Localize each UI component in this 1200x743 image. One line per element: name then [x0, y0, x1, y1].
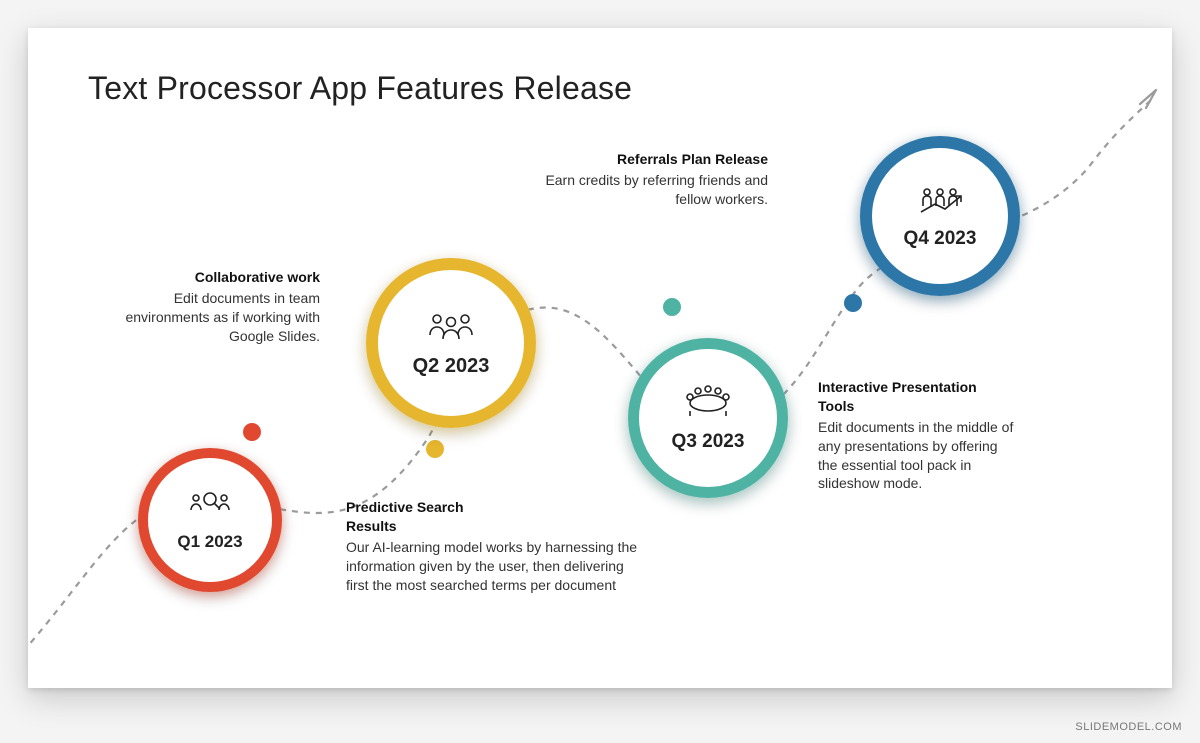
- milestone-q1: Q1 2023: [138, 448, 282, 592]
- dot-q4: [844, 294, 862, 312]
- circle-q2: Q2 2023: [366, 258, 536, 428]
- circle-q4: Q4 2023: [860, 136, 1020, 296]
- milestone-q2: Q2 2023: [366, 258, 536, 428]
- milestone-q4: Q4 2023: [860, 136, 1020, 296]
- desc-q1: Predictive Search Results Our AI-learnin…: [346, 498, 646, 594]
- circle-q1: Q1 2023: [138, 448, 282, 592]
- q4-feature-body: Earn credits by referring friends and fe…: [538, 171, 768, 209]
- dot-q2: [426, 440, 444, 458]
- slide-canvas: Text Processor App Features Release Q1 2…: [28, 28, 1172, 688]
- q2-feature-body: Edit documents in team environments as i…: [108, 289, 320, 346]
- q3-feature-body: Edit documents in the middle of any pres…: [818, 418, 1018, 494]
- q4-feature-title: Referrals Plan Release: [538, 150, 768, 169]
- q1-feature-body: Our AI-learning model works by harnessin…: [346, 538, 646, 595]
- q3-feature-title: Interactive Presentation Tools: [818, 378, 978, 416]
- desc-q3: Interactive Presentation Tools Edit docu…: [818, 378, 1018, 493]
- circle-q3: Q3 2023: [628, 338, 788, 498]
- desc-q4: Referrals Plan Release Earn credits by r…: [538, 150, 768, 209]
- q2-feature-title: Collaborative work: [108, 268, 320, 287]
- q1-feature-title: Predictive Search Results: [346, 498, 516, 536]
- dot-q3: [663, 298, 681, 316]
- footer-credit: SLIDEMODEL.COM: [1075, 721, 1182, 733]
- slide-title: Text Processor App Features Release: [88, 70, 632, 107]
- dot-q1: [243, 423, 261, 441]
- milestone-q3: Q3 2023: [628, 338, 788, 498]
- desc-q2: Collaborative work Edit documents in tea…: [108, 268, 320, 346]
